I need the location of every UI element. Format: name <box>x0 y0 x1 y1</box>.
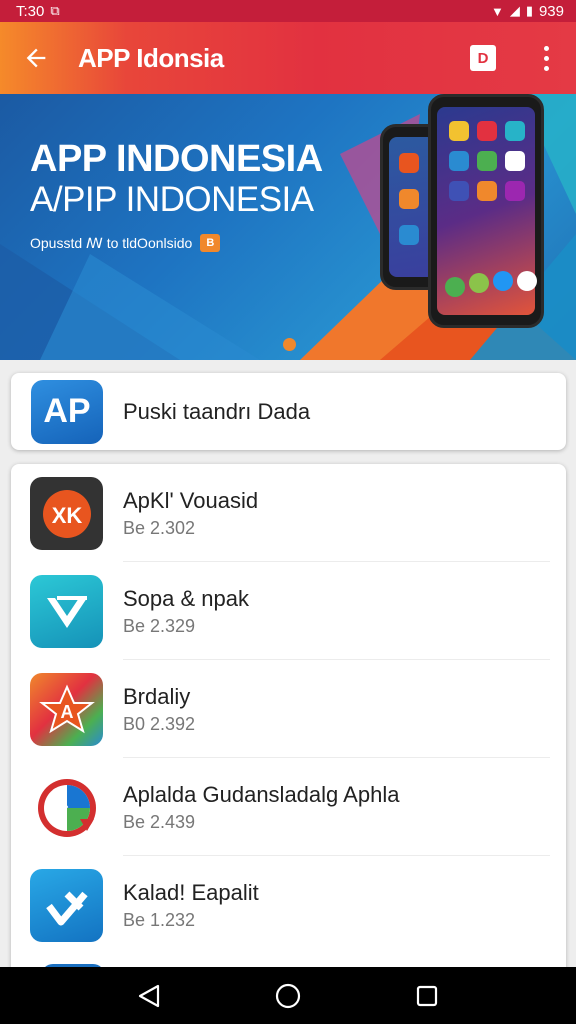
list-item[interactable]: Kalad! Eapalit Be 1.232 <box>11 856 566 954</box>
carousel-indicator[interactable] <box>283 338 296 351</box>
back-button[interactable] <box>0 22 72 94</box>
app-icon <box>517 271 537 291</box>
notification-icon: ⧉ <box>50 3 60 18</box>
app-icon <box>505 151 525 171</box>
app-title: ApKl' Vouasid <box>123 488 259 513</box>
arrow-left-icon <box>26 48 46 68</box>
system-nav-bar <box>0 967 576 1024</box>
dot-icon <box>543 45 549 51</box>
featured-app-icon: AP <box>31 379 103 444</box>
overflow-menu-button[interactable] <box>534 38 558 78</box>
app-icon <box>399 189 419 209</box>
banner-badge: B <box>200 234 221 252</box>
svg-text:A: A <box>60 702 73 722</box>
nav-home-button[interactable] <box>268 976 308 1016</box>
app-logo-icon: XK <box>42 489 91 538</box>
svg-text:XK: XK <box>51 503 82 528</box>
app-icon <box>477 181 497 201</box>
app-icon <box>449 151 469 171</box>
nav-back-button[interactable] <box>129 976 169 1016</box>
app-icon <box>505 181 525 201</box>
app-list: XK ApKl' Vouasid Be 2.302 Sopa & npak Be… <box>11 464 566 984</box>
status-time: T:30 <box>16 2 45 20</box>
featured-app-icon-text: AP <box>43 392 91 430</box>
nav-recents-button[interactable] <box>407 976 447 1016</box>
battery-icon: ▮ <box>525 3 533 18</box>
banner-caption-text: Opusstd ꟿ to tldOonlsido <box>30 234 193 251</box>
app-icon <box>399 225 419 245</box>
app-icon <box>493 271 513 291</box>
arrow-logo-icon <box>45 891 88 925</box>
list-item[interactable]: A Brdaliy B0 2.392 <box>11 660 566 758</box>
app-icon <box>449 121 469 141</box>
app-icon <box>469 273 489 293</box>
app-icon <box>505 121 525 141</box>
featured-app-card[interactable]: AP Puski taandrı Dada <box>11 373 566 450</box>
app-version: Be 2.329 <box>123 616 196 636</box>
app-title: Brdaliy <box>123 684 191 709</box>
app-version: Be 2.302 <box>123 518 196 538</box>
list-item[interactable]: Aplalda Gudansladalg Aphla Be 2.439 <box>11 758 566 856</box>
app-version: Be 1.232 <box>123 910 196 930</box>
banner-subtitle-title: A/PIP INDONESIA <box>30 180 314 219</box>
app-icon <box>445 277 465 297</box>
app-title: Aplalda Gudansladalg Aphla <box>123 782 400 807</box>
app-icon <box>30 575 103 648</box>
compass-logo-icon <box>37 778 96 837</box>
app-icon <box>30 771 103 844</box>
promo-banner[interactable]: APP INDONESIA A/PIP INDONESIA Opusstd ꟿ … <box>0 94 576 360</box>
list-item[interactable]: XK ApKl' Vouasid Be 2.302 <box>11 464 566 562</box>
phone-illustration-front <box>428 94 544 328</box>
banner-caption: Opusstd ꟿ to tldOonlsido B <box>30 234 221 252</box>
chevron-logo-icon <box>46 595 87 628</box>
featured-app-label: Puski taandrı Dada <box>123 398 311 424</box>
circle-home-icon <box>275 983 301 1008</box>
app-icon <box>399 153 419 173</box>
wifi-icon: ▼ <box>490 3 504 19</box>
app-icon <box>30 869 103 942</box>
status-bar: T:30 ⧉ ▼ ◢ ▮ 939 <box>0 0 576 22</box>
app-icon <box>477 151 497 171</box>
app-bar: APP Idonsia D <box>0 22 576 94</box>
triangle-back-icon <box>139 984 160 1007</box>
banner-title: APP INDONESIA <box>30 138 323 180</box>
dot-icon <box>543 55 549 61</box>
list-item[interactable]: Sopa & npak Be 2.329 <box>11 562 566 660</box>
app-version: Be 2.439 <box>123 812 196 832</box>
app-title: Sopa & npak <box>123 586 249 611</box>
status-right-text: 939 <box>538 2 564 20</box>
square-recents-icon <box>416 985 437 1006</box>
star-logo-icon: A <box>38 684 95 733</box>
dot-icon <box>543 65 549 71</box>
app-icon <box>449 181 469 201</box>
app-icon <box>477 121 497 141</box>
app-title: Kalad! Eapalit <box>123 880 259 905</box>
app-title: APP Idonsia <box>78 42 224 73</box>
app-icon: XK <box>30 477 103 550</box>
app-icon: A <box>30 673 103 746</box>
signal-icon: ◢ <box>509 3 520 18</box>
square-button[interactable]: D <box>470 45 496 71</box>
app-version: B0 2.392 <box>123 714 196 734</box>
